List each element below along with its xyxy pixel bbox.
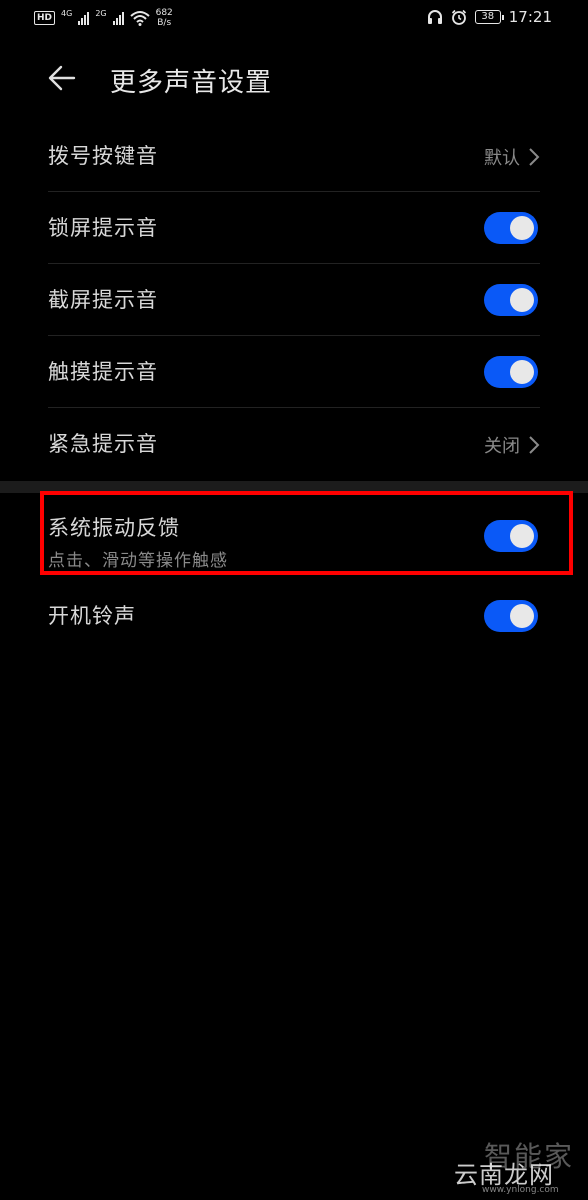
lock-sound-toggle[interactable] — [484, 212, 538, 244]
clock: 17:21 — [508, 8, 552, 26]
setting-label: 锁屏提示音 — [48, 216, 158, 240]
toggle-knob — [510, 604, 534, 628]
network-speed: 682 B/s — [156, 8, 173, 28]
status-bar: HD 4G 2G 682 B/s 38 17:21 — [0, 0, 588, 36]
value-text: 关闭 — [484, 436, 520, 457]
status-right: 38 17:21 — [427, 8, 552, 26]
signal-icon — [78, 11, 90, 25]
setting-label: 截屏提示音 — [48, 288, 158, 312]
toggle-knob — [510, 360, 534, 384]
speed-value: 682 — [155, 8, 173, 18]
back-arrow-icon — [48, 65, 76, 91]
setting-touch-sound: 触摸提示音 — [48, 336, 540, 408]
value-text: 默认 — [484, 148, 520, 169]
setting-value: 默认 — [484, 144, 540, 170]
signal-icon-2 — [112, 11, 124, 25]
toggle-knob — [510, 216, 534, 240]
screenshot-sound-toggle[interactable] — [484, 284, 538, 316]
setting-emergency-sound[interactable]: 紧急提示音 关闭 — [48, 408, 540, 480]
battery-icon: 38 — [474, 10, 504, 24]
chevron-right-icon — [529, 148, 540, 166]
setting-dial-tone[interactable]: 拨号按键音 默认 — [48, 120, 540, 192]
setting-boot-ringtone: 开机铃声 — [48, 580, 540, 652]
toggle-knob — [510, 288, 534, 312]
setting-label: 拨号按键音 — [48, 144, 158, 168]
network-type-2: 2G — [95, 8, 107, 18]
setting-label: 开机铃声 — [48, 604, 136, 628]
setting-value: 关闭 — [484, 432, 540, 458]
watermark: 智能家 云南龙网 www.ynlong.com — [454, 1135, 584, 1195]
wifi-icon — [129, 11, 150, 26]
back-button[interactable] — [46, 62, 86, 98]
speed-unit: B/s — [157, 18, 172, 28]
boot-ringtone-toggle[interactable] — [484, 600, 538, 632]
setting-label: 紧急提示音 — [48, 432, 158, 456]
setting-lock-sound: 锁屏提示音 — [48, 192, 540, 264]
touch-sound-toggle[interactable] — [484, 356, 538, 388]
setting-label: 触摸提示音 — [48, 360, 158, 384]
headset-icon — [427, 10, 442, 24]
chevron-right-icon — [529, 436, 540, 454]
hd-badge: HD — [34, 11, 56, 25]
alarm-icon — [451, 9, 466, 25]
highlight-annotation — [40, 491, 573, 575]
header: 更多声音设置 — [0, 52, 588, 108]
page-title: 更多声音设置 — [110, 68, 273, 98]
status-left: HD 4G 2G 682 B/s — [34, 8, 173, 28]
setting-screenshot-sound: 截屏提示音 — [48, 264, 540, 336]
watermark-sub: www.ynlong.com — [482, 1185, 559, 1195]
network-type-1: 4G — [61, 8, 73, 18]
